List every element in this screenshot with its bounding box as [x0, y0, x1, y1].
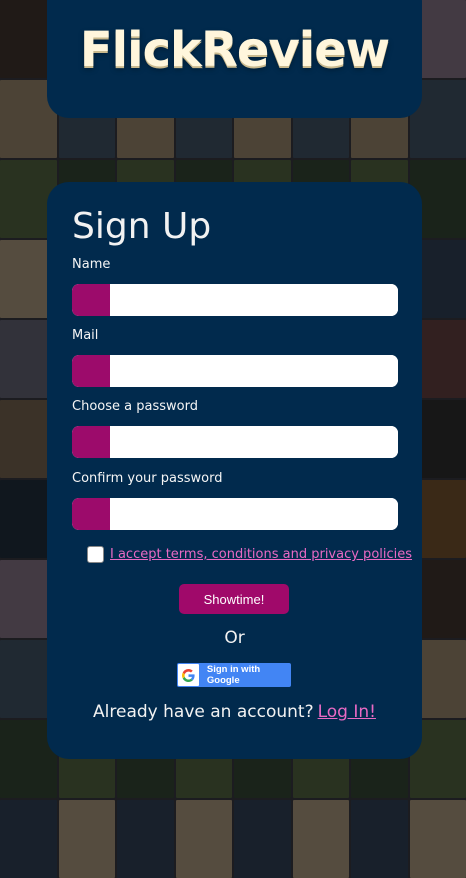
- poster-tile: [59, 800, 116, 878]
- confirm-password-label: Confirm your password: [72, 471, 222, 486]
- password-field-wrapper: [72, 426, 398, 458]
- poster-tile: [234, 800, 291, 878]
- brand-logo: FlickReview: [47, 22, 422, 78]
- confirm-password-field-wrapper: [72, 498, 398, 530]
- poster-tile: [117, 800, 174, 878]
- login-prompt: Already have an account?: [93, 702, 314, 722]
- poster-tile: [351, 800, 408, 878]
- name-input[interactable]: [110, 284, 398, 316]
- name-field-wrapper: [72, 284, 398, 316]
- or-divider: Or: [47, 628, 422, 648]
- login-row: Already have an account?Log In!: [47, 702, 422, 722]
- mail-input[interactable]: [110, 355, 398, 387]
- signup-form: Sign Up Name Mail Choose a password Conf…: [47, 182, 422, 759]
- google-signin-label: Sign in with Google: [207, 664, 291, 686]
- field-accent: [72, 284, 110, 316]
- password-label: Choose a password: [72, 399, 198, 414]
- terms-checkbox[interactable]: [87, 546, 104, 563]
- field-accent: [72, 426, 110, 458]
- poster-tile: [176, 800, 233, 878]
- confirm-password-input[interactable]: [110, 498, 398, 530]
- mail-field-wrapper: [72, 355, 398, 387]
- poster-tile: [293, 800, 350, 878]
- terms-link[interactable]: I accept terms, conditions and privacy p…: [110, 547, 412, 562]
- poster-tile: [410, 800, 466, 878]
- name-label: Name: [72, 257, 110, 272]
- google-signin-button[interactable]: Sign in with Google: [177, 663, 291, 687]
- password-input[interactable]: [110, 426, 398, 458]
- terms-row: I accept terms, conditions and privacy p…: [87, 546, 412, 563]
- field-accent: [72, 498, 110, 530]
- showtime-button[interactable]: Showtime!: [179, 584, 289, 614]
- form-title: Sign Up: [72, 206, 211, 247]
- field-accent: [72, 355, 110, 387]
- mail-label: Mail: [72, 328, 98, 343]
- login-link[interactable]: Log In!: [318, 702, 376, 722]
- header-card: FlickReview: [47, 0, 422, 118]
- google-icon: [178, 664, 199, 686]
- poster-tile: [0, 800, 57, 878]
